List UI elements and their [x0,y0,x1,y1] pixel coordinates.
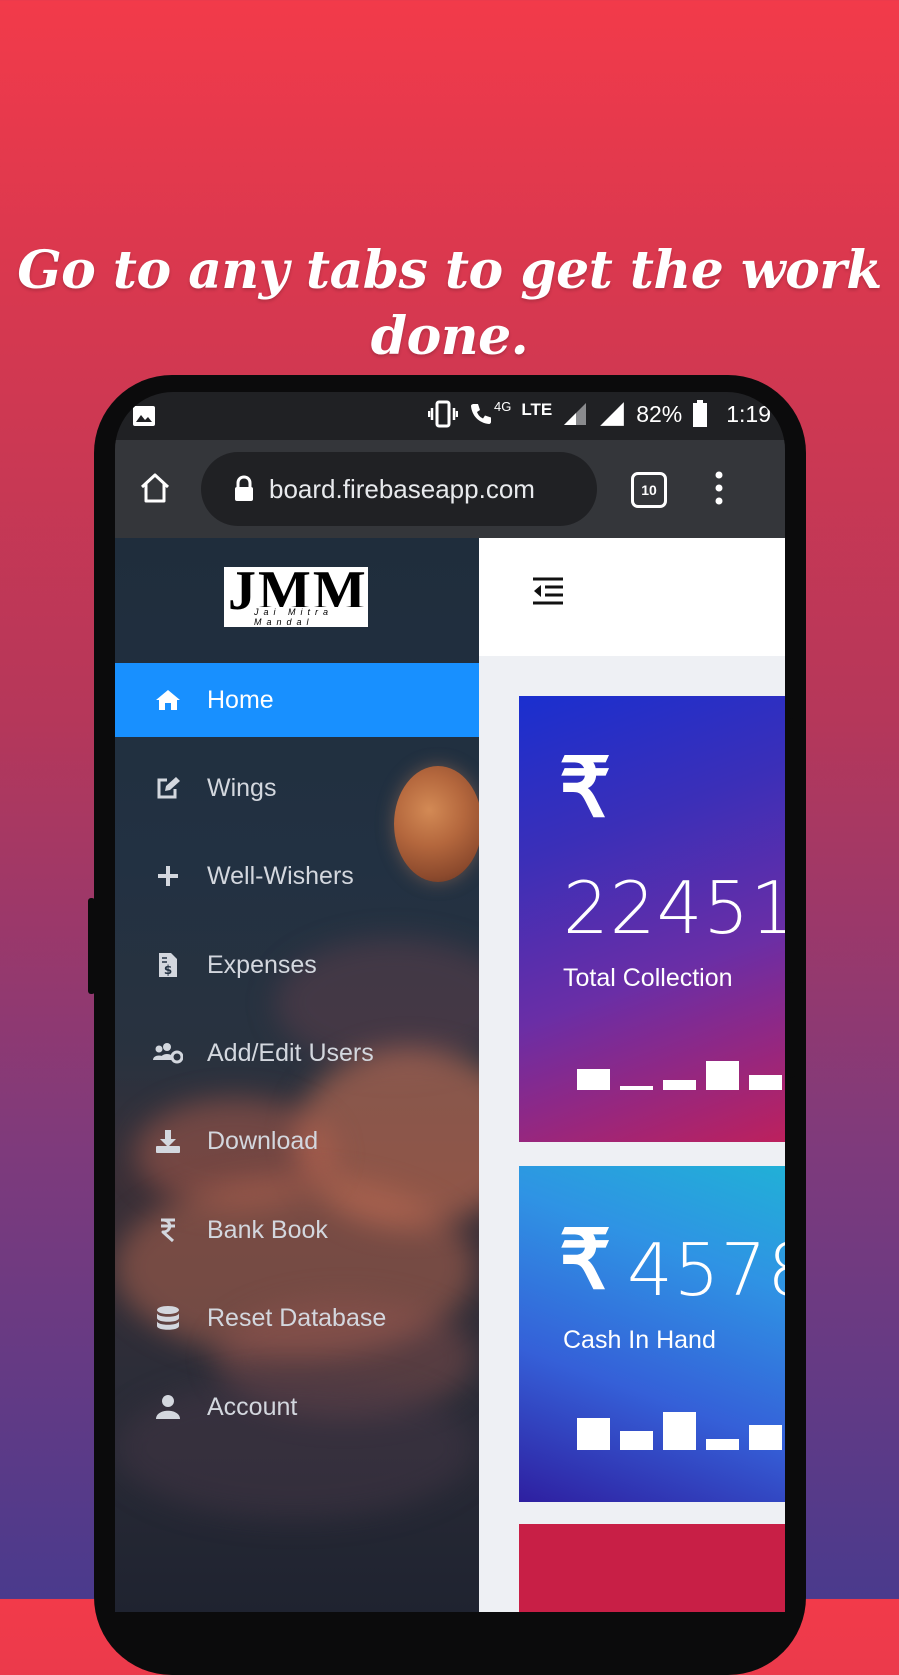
cash-in-hand-card[interactable]: ₹ 4578 Cash In Hand [519,1166,785,1502]
address-bar[interactable]: board.firebaseapp.com [201,452,597,526]
phone-volume-button [788,718,795,914]
battery-percent: 82% [636,400,683,427]
sidebar-item-label: Bank Book [207,1215,328,1244]
app-logo[interactable]: JMM Jai Mitra Mandal [224,561,368,627]
total-collection-label: Total Collection [563,964,733,992]
sparkline-bar [577,1418,610,1450]
promo-headline: Go to any tabs to get the work done. [17,240,882,367]
network-type: 4G [493,399,512,414]
svg-text:$: $ [164,963,172,977]
total-collection-bars [577,1052,782,1090]
edit-icon [157,777,180,799]
sidebar-item-label: Well-Wishers [207,861,354,890]
status-bar: 4G LTE 82% 1:19 [115,392,785,440]
sparkline-bar [749,1075,782,1090]
plus-icon [158,866,178,886]
phone-screen: 4G LTE 82% 1:19 board.firebaseapp.com 10… [115,392,785,1612]
tab-switcher-button[interactable]: 10 [631,472,667,508]
clock: 1:19 [726,400,771,427]
sidebar-item-label: Home [207,685,274,714]
sparkline-bar [620,1086,653,1090]
sparkline-bar [749,1425,782,1450]
sidebar-item-expenses[interactable]: $ Expenses [115,928,479,1002]
logo-subtitle: Jai Mitra Mandal [254,607,368,627]
cash-in-hand-label: Cash In Hand [563,1326,716,1354]
top-header [479,538,785,656]
sidebar: JMM Jai Mitra Mandal Home Wings Well-Wis… [115,538,479,1612]
sparkline-bar [663,1412,696,1450]
download-icon [156,1130,180,1153]
rupee-icon: ₹ [559,1215,612,1306]
database-icon [157,1306,179,1330]
phone-power-button [788,982,795,1078]
sidebar-item-reset-database[interactable]: Reset Database [115,1281,479,1355]
sidebar-item-label: Download [207,1126,319,1155]
vibrate-icon [427,400,458,428]
sparkline-bar [706,1439,739,1450]
sidebar-item-home[interactable]: Home [115,663,479,737]
signal-icon-2 [600,402,625,426]
total-collection-card[interactable]: ₹ 22451 Total Collection [519,696,785,1142]
home-icon [156,690,180,710]
sparkline-bar [577,1069,610,1090]
more-menu-icon[interactable] [713,470,725,506]
users-cog-icon [153,1043,183,1064]
sidebar-item-label: Add/Edit Users [207,1038,374,1067]
menu-fold-icon[interactable] [531,576,565,606]
cash-in-hand-value: 4578 [627,1228,785,1312]
lock-icon [235,475,253,501]
rupee-icon [161,1218,175,1243]
user-icon [156,1395,180,1419]
browser-home-icon[interactable] [137,470,173,506]
rupee-icon: ₹ [559,743,612,834]
battery-icon [693,400,708,427]
main-content: ₹ 22451 Total Collection ₹ 4578 Cash In … [479,538,785,1612]
sidebar-item-add-edit-users[interactable]: Add/Edit Users [115,1016,479,1090]
gallery-icon [133,406,155,426]
sidebar-item-account[interactable]: Account [115,1370,479,1444]
sparkline-bar [620,1431,653,1450]
total-collection-value: 22451 [563,866,785,950]
signal-icon-1 [564,403,587,425]
sidebar-item-bank-book[interactable]: Bank Book [115,1193,479,1267]
url-text: board.firebaseapp.com [269,473,535,504]
phone-side-button-left [88,898,95,994]
lte-indicator: LTE [521,400,553,419]
sidebar-item-label: Expenses [207,950,317,979]
sidebar-item-label: Reset Database [207,1303,387,1332]
sidebar-item-wings[interactable]: Wings [115,751,479,825]
browser-toolbar: board.firebaseapp.com 10 [115,440,785,538]
cash-in-hand-bars [577,1408,782,1450]
sparkline-bar [706,1061,739,1090]
sidebar-item-label: Account [207,1392,298,1421]
sparkline-bar [663,1080,696,1090]
sidebar-item-label: Wings [207,773,277,802]
sidebar-item-well-wishers[interactable]: Well-Wishers [115,839,479,913]
sidebar-item-download[interactable]: Download [115,1104,479,1178]
invoice-icon: $ [159,953,177,977]
call-icon [470,404,491,424]
